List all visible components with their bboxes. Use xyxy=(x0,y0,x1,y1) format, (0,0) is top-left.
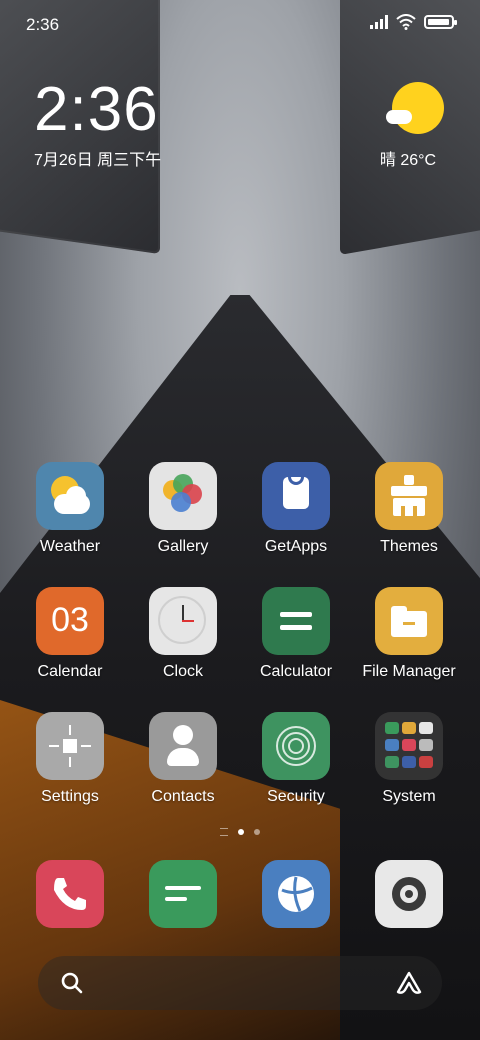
app-security[interactable]: Security xyxy=(239,712,353,806)
gallery-icon xyxy=(149,462,217,530)
browser-icon xyxy=(262,860,330,928)
status-time: 2:36 xyxy=(26,15,60,34)
page-indicator[interactable] xyxy=(0,828,480,836)
getapps-icon xyxy=(262,462,330,530)
weather-icon xyxy=(36,462,104,530)
app-label: Calendar xyxy=(37,663,103,680)
app-label: File Manager xyxy=(362,663,456,680)
app-label: Settings xyxy=(41,788,99,805)
clock-icon xyxy=(149,587,217,655)
weather-widget[interactable]: 晴 26°C xyxy=(372,82,444,170)
app-label: Themes xyxy=(380,538,438,555)
app-label: GetApps xyxy=(264,538,328,555)
page-dot xyxy=(254,829,260,835)
app-file-manager[interactable]: File Manager xyxy=(352,587,466,681)
settings-icon xyxy=(36,712,104,780)
dock-browser[interactable] xyxy=(239,860,353,928)
app-settings[interactable]: Settings xyxy=(13,712,127,806)
camera-icon xyxy=(375,860,443,928)
system-folder-icon xyxy=(375,712,443,780)
dock-camera[interactable] xyxy=(352,860,466,928)
themes-icon xyxy=(375,462,443,530)
app-label: Calculator xyxy=(259,663,333,680)
battery-icon xyxy=(424,15,457,29)
battery-level xyxy=(428,19,449,25)
status-icons xyxy=(370,14,457,30)
app-clock[interactable]: Clock xyxy=(126,587,240,681)
app-label: System xyxy=(382,788,436,805)
search-icon[interactable] xyxy=(59,970,85,996)
calculator-icon xyxy=(262,587,330,655)
app-label: Gallery xyxy=(157,538,209,555)
contacts-icon xyxy=(149,712,217,780)
widget-date: 7月26日 周三下午 xyxy=(34,152,162,169)
home-search-bar[interactable] xyxy=(38,956,442,1010)
app-themes[interactable]: Themes xyxy=(352,462,466,556)
calendar-day: 03 xyxy=(51,601,89,639)
phone-icon xyxy=(36,860,104,928)
assistant-icon[interactable] xyxy=(394,970,424,996)
app-calculator[interactable]: Calculator xyxy=(239,587,353,681)
signal-icon xyxy=(370,15,388,29)
file-manager-icon xyxy=(375,587,443,655)
status-bar: 2:36 xyxy=(0,0,480,50)
app-label: Contacts xyxy=(151,788,215,805)
messages-icon xyxy=(149,860,217,928)
widget-time: 2:36 xyxy=(34,75,159,144)
app-label: Clock xyxy=(162,663,203,680)
clock-widget[interactable]: 2:36 7月26日 周三下午 xyxy=(34,78,161,170)
dock-messages[interactable] xyxy=(126,860,240,928)
wifi-icon xyxy=(396,14,416,30)
page-menu-icon xyxy=(220,828,228,836)
weather-text: 晴 26°C xyxy=(379,152,437,169)
app-contacts[interactable]: Contacts xyxy=(126,712,240,806)
app-weather[interactable]: Weather xyxy=(13,462,127,556)
app-label: Security xyxy=(267,788,325,805)
calendar-icon: 03 xyxy=(36,587,104,655)
dock-phone[interactable] xyxy=(13,860,127,928)
app-system-folder[interactable]: System xyxy=(352,712,466,806)
app-calendar[interactable]: 03 Calendar xyxy=(13,587,127,681)
sunny-weather-icon xyxy=(386,82,444,134)
app-gallery[interactable]: Gallery xyxy=(126,462,240,556)
app-getapps[interactable]: GetApps xyxy=(239,462,353,556)
page-dot-active xyxy=(238,829,244,835)
security-icon xyxy=(262,712,330,780)
app-label: Weather xyxy=(39,538,101,555)
